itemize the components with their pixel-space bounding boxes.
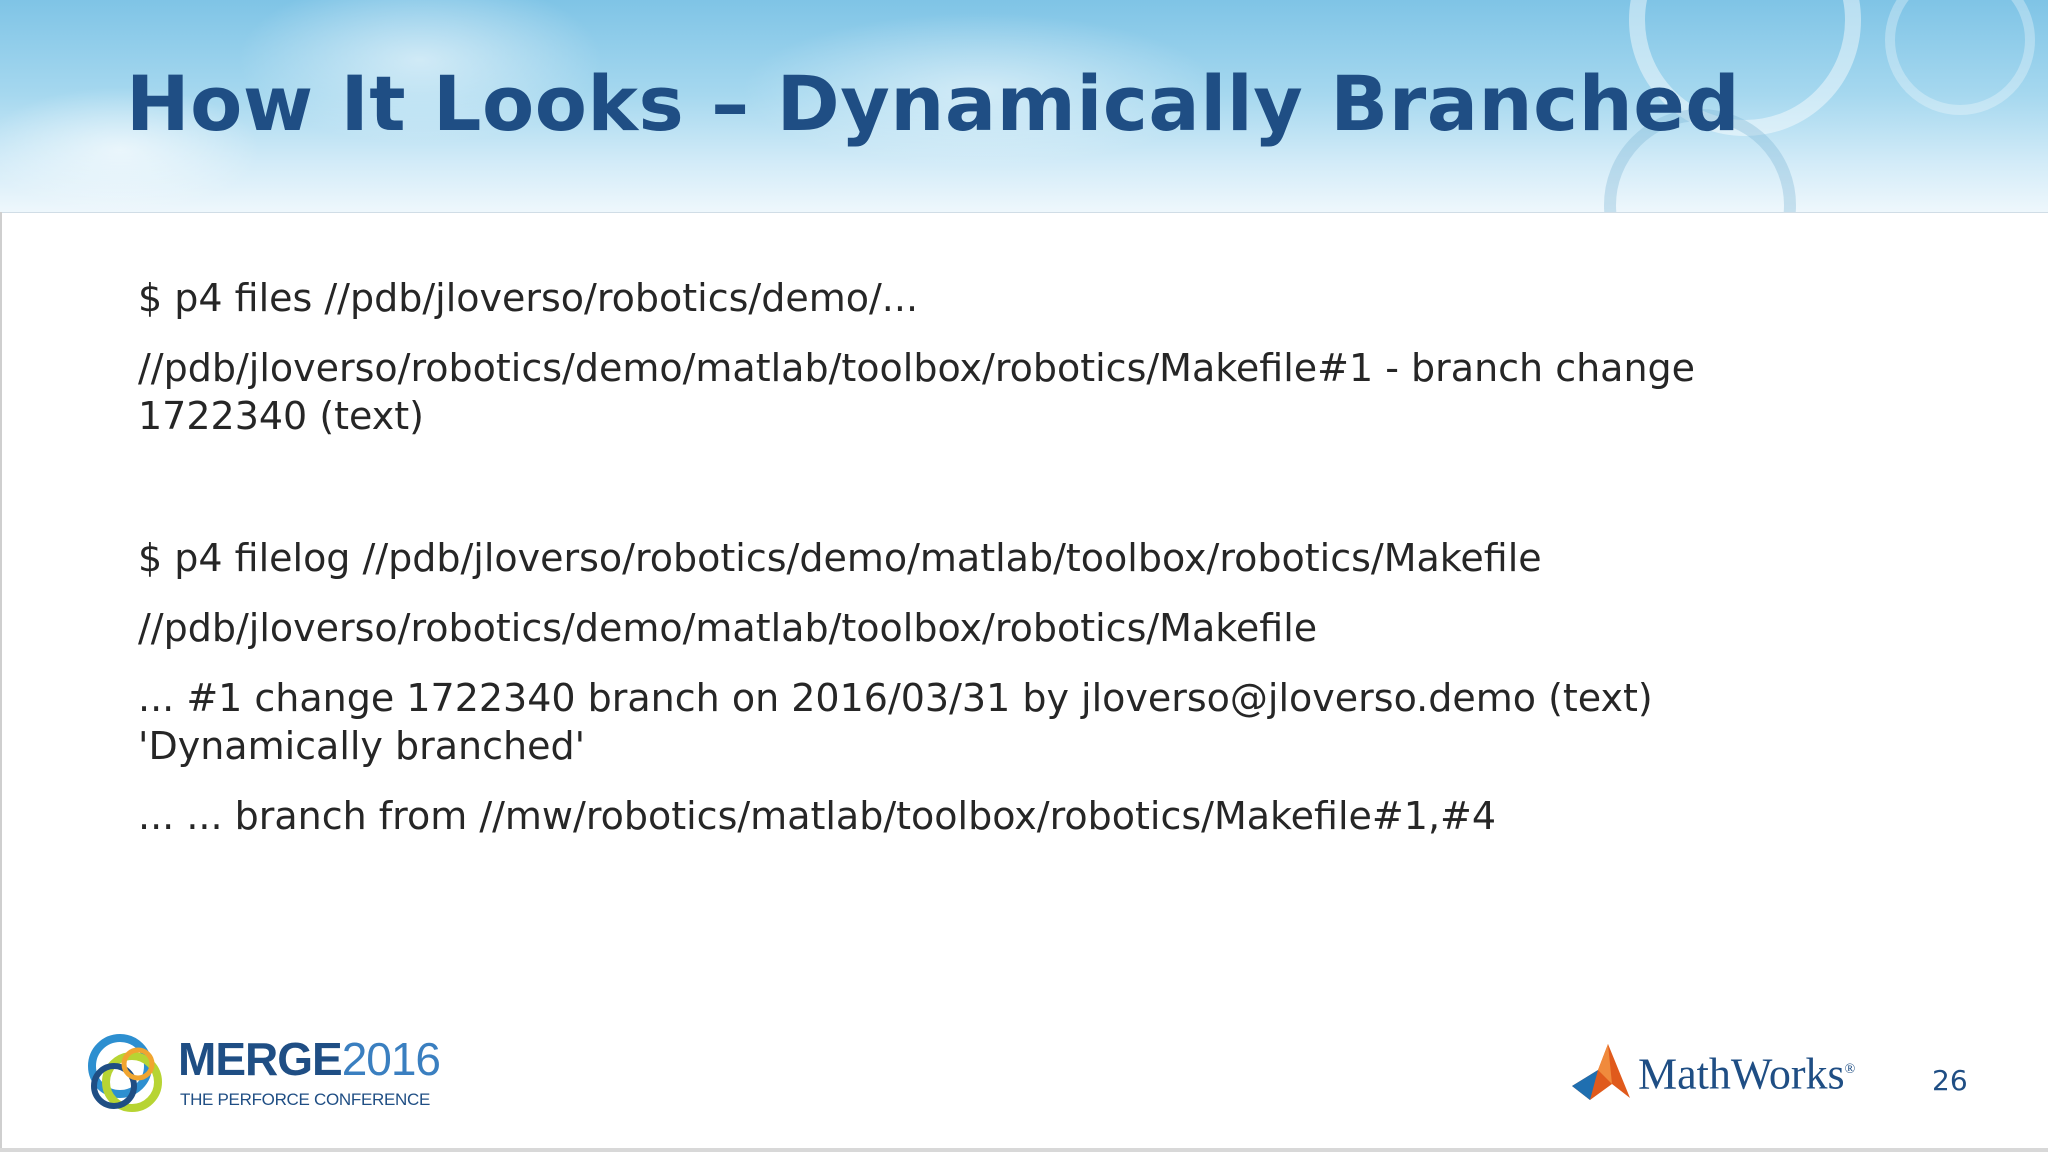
merge-wordmark: MERGE2016 (178, 1033, 441, 1085)
body-line-p4-files: $ p4 files //pdb/jloverso/robotics/demo/… (138, 276, 919, 320)
page-number: 26 (1932, 1064, 1968, 1097)
body-line-branch-from: ... ... branch from //mw/robotics/matlab… (138, 794, 1497, 838)
mathworks-word: MathWorks (1638, 1049, 1845, 1099)
mathworks-registered-mark: ® (1844, 1062, 1856, 1077)
mathworks-wordmark: MathWorks® (1638, 1044, 1855, 1101)
body-line-files-output: //pdb/jloverso/robotics/demo/matlab/tool… (138, 346, 1696, 390)
slide: How It Looks – Dynamically Branched $ p4… (0, 0, 2048, 1152)
body-line-filelog-path: //pdb/jloverso/robotics/demo/matlab/tool… (138, 606, 1318, 650)
slide-header: How It Looks – Dynamically Branched (0, 0, 2048, 213)
body-line-files-output-cont: 1722340 (text) (138, 394, 424, 438)
merge-2016-logo: MERGE2016 THE PERFORCE CONFERENCE (80, 1028, 441, 1128)
body-line-p4-filelog: $ p4 filelog //pdb/jloverso/robotics/dem… (138, 536, 1542, 580)
merge-tagline: THE PERFORCE CONFERENCE (180, 1090, 431, 1109)
merge-word: MERGE (178, 1033, 343, 1085)
body-line-filelog-change: ... #1 change 1722340 branch on 2016/03/… (138, 676, 1653, 720)
slide-body: $ p4 files //pdb/jloverso/robotics/demo/… (138, 274, 1938, 840)
mathworks-logo: MathWorks® (1568, 1040, 1868, 1104)
merge-rings-icon (88, 1034, 162, 1112)
slide-bottom-border (0, 1148, 2048, 1152)
merge-year: 2016 (341, 1033, 441, 1085)
slide-title: How It Looks – Dynamically Branched (126, 59, 1741, 148)
slide-left-border (0, 212, 2, 1152)
body-line-filelog-description: 'Dynamically branched' (138, 724, 586, 768)
mathworks-membrane-icon (1572, 1044, 1630, 1100)
